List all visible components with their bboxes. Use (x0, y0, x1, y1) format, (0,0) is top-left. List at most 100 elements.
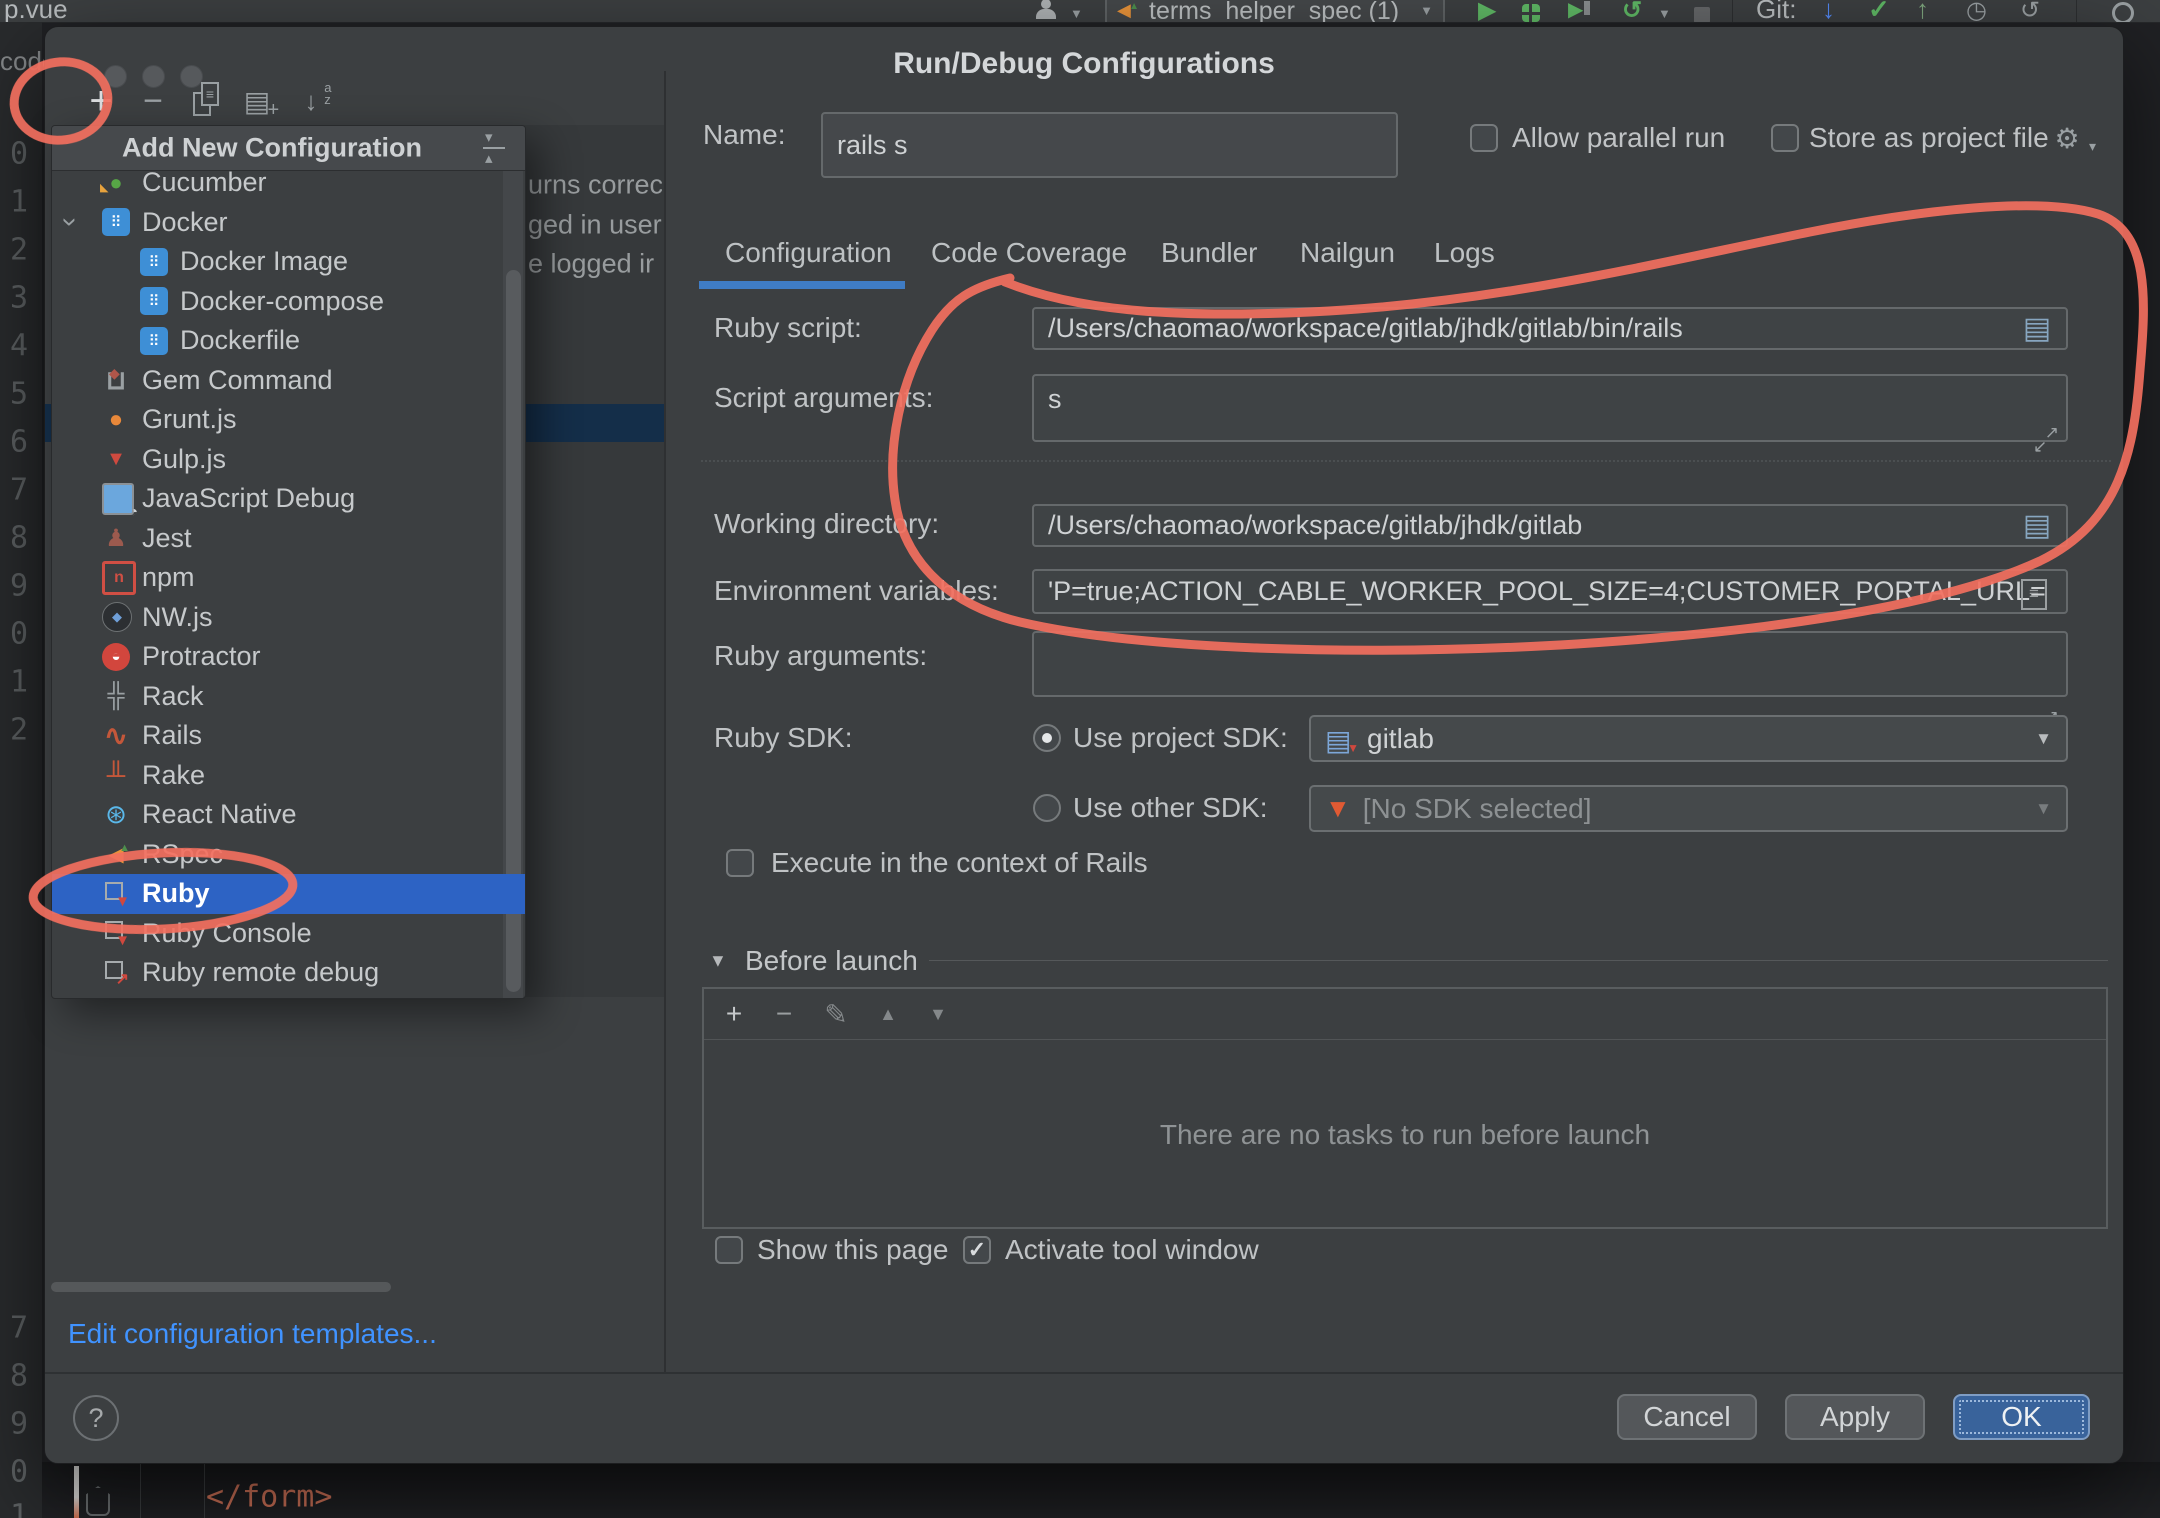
config-type-item-ruby[interactable]: Ruby (52, 874, 525, 914)
config-type-item-docker-image[interactable]: Docker Image (52, 242, 525, 282)
tab-configuration[interactable]: Configuration (725, 237, 892, 269)
config-type-item-nw-js[interactable]: NW.js (52, 597, 525, 637)
environment-variables-field[interactable]: 'P=true;ACTION_CABLE_WORKER_POOL_SIZE=4;… (1032, 569, 2068, 614)
folder-icon[interactable] (2020, 508, 2054, 542)
cancel-button[interactable]: Cancel (1617, 1394, 1757, 1440)
line-number: 7 (0, 473, 28, 508)
config-type-item-rack[interactable]: Rack (52, 676, 525, 716)
tab-bundler[interactable]: Bundler (1161, 237, 1258, 269)
tab-logs[interactable]: Logs (1434, 237, 1495, 269)
apply-button[interactable]: Apply (1785, 1394, 1925, 1440)
tree-item-partial[interactable]: e logged ir (528, 249, 662, 280)
activate-tool-window-checkbox[interactable] (963, 1236, 991, 1264)
remove-task-button[interactable]: − (762, 989, 806, 1039)
working-directory-value: /Users/chaomao/workspace/gitlab/jhdk/git… (1048, 510, 1582, 541)
config-type-item-docker-compose[interactable]: Docker-compose (52, 281, 525, 321)
undo-icon[interactable] (2020, 0, 2040, 23)
config-type-item-jest[interactable]: Jest (52, 518, 525, 558)
config-type-item-grunt-js[interactable]: Grunt.js (52, 400, 525, 440)
run-configuration-selector[interactable]: terms_helper_spec (1) (1105, 0, 1445, 23)
rerun-icon[interactable] (1622, 0, 1642, 23)
collapse-triangle-icon[interactable]: ▼ (709, 951, 727, 972)
code-line[interactable]: </form> (206, 1480, 332, 1515)
git-update-icon[interactable] (1822, 0, 1835, 23)
no-sdk-icon (1325, 793, 1351, 824)
add-task-button[interactable]: + (712, 989, 756, 1039)
allow-parallel-run-checkbox[interactable] (1470, 124, 1498, 152)
run-icon[interactable] (1478, 0, 1496, 23)
copy-configuration-button[interactable] (183, 79, 227, 123)
indent-guide (204, 1464, 205, 1518)
execute-in-rails-checkbox[interactable] (726, 849, 754, 877)
config-type-item-gulp-js[interactable]: Gulp.js (52, 439, 525, 479)
git-commit-icon[interactable] (1868, 0, 1890, 23)
config-type-item-dockerfile[interactable]: Dockerfile (52, 321, 525, 361)
config-type-item-ruby-console[interactable]: Ruby Console (52, 913, 525, 953)
ruby-icon (102, 880, 130, 908)
env-variables-list-icon[interactable] (2017, 577, 2051, 611)
use-other-sdk-radio[interactable] (1033, 794, 1061, 822)
project-sdk-combo[interactable]: gitlab ▼ (1309, 715, 2068, 762)
ruby-arguments-field[interactable] (1032, 631, 2068, 697)
new-folder-button[interactable] (235, 79, 279, 123)
store-as-project-file-checkbox[interactable] (1771, 124, 1799, 152)
debug-icon[interactable] (1522, 0, 1540, 23)
config-type-item-ruby-remote-debug[interactable]: Ruby remote debug (52, 953, 525, 993)
remove-configuration-button[interactable] (131, 79, 175, 123)
help-button[interactable]: ? (73, 1395, 119, 1441)
tab-code-coverage[interactable]: Code Coverage (931, 237, 1127, 269)
tree-item-partial[interactable]: urns correc (528, 170, 662, 201)
chevron-expanded-icon[interactable]: › (55, 217, 87, 226)
line-number: 2 (0, 713, 28, 748)
config-type-label: Ruby remote debug (142, 957, 379, 988)
collapse-all-icon[interactable] (481, 134, 507, 162)
editor-gutter: code 012345678901278901 (0, 22, 42, 1518)
script-arguments-field[interactable]: s (1032, 374, 2068, 442)
config-type-item-docker[interactable]: ›Docker (52, 202, 525, 242)
folder-icon[interactable] (2020, 311, 2054, 345)
stop-icon[interactable] (1694, 0, 1710, 23)
line-number: 4 (0, 329, 28, 364)
editor-background (42, 1462, 2160, 1518)
tree-item-partial[interactable]: ged in user (528, 209, 662, 240)
sort-alphabetically-button[interactable] (289, 79, 333, 123)
search-icon[interactable] (2112, 0, 2134, 23)
panel-divider[interactable] (664, 71, 666, 1373)
config-type-item-rspec[interactable]: RSpec (52, 834, 525, 874)
config-type-item-rails[interactable]: Rails (52, 716, 525, 756)
chevron-down-icon (1070, 0, 1083, 23)
coverage-icon[interactable] (1568, 0, 1590, 23)
add-configuration-button[interactable] (79, 79, 123, 123)
editor-tab-label[interactable]: p.vue (4, 0, 68, 23)
rubyremote-icon (102, 959, 130, 987)
ruby-script-field[interactable]: /Users/chaomao/workspace/gitlab/jhdk/git… (1032, 307, 2068, 350)
name-field[interactable]: rails s (821, 112, 1398, 178)
tab-nailgun[interactable]: Nailgun (1300, 237, 1395, 269)
show-this-page-checkbox[interactable] (715, 1236, 743, 1264)
use-project-sdk-radio[interactable] (1033, 724, 1061, 752)
other-sdk-combo[interactable]: [No SDK selected] ▼ (1309, 785, 2068, 832)
user-icon[interactable] (1035, 0, 1057, 23)
config-type-item-npm[interactable]: npm (52, 558, 525, 598)
ide-top-toolbar: p.vue terms_helper_spec (1) Git: (0, 0, 2160, 23)
horizontal-scrollbar[interactable] (51, 1282, 391, 1292)
move-down-button[interactable]: ▼ (916, 989, 960, 1039)
edit-task-button[interactable]: ✎ (814, 989, 858, 1039)
config-type-item-rake[interactable]: Rake (52, 755, 525, 795)
working-directory-field[interactable]: /Users/chaomao/workspace/gitlab/jhdk/git… (1032, 504, 2068, 547)
ok-button[interactable]: OK (1953, 1394, 2090, 1440)
history-icon[interactable] (1966, 0, 1987, 23)
config-type-item-gem-command[interactable]: Gem Command (52, 360, 525, 400)
git-push-icon[interactable] (1916, 0, 1929, 23)
allow-parallel-run-label: Allow parallel run (1512, 122, 1725, 154)
dialog-title: Run/Debug Configurations (45, 47, 2123, 81)
config-type-item-javascript-debug[interactable]: JavaScript Debug (52, 479, 525, 519)
gear-icon[interactable] (2050, 121, 2084, 155)
line-number: 9 (0, 569, 28, 604)
config-type-item-react-native[interactable]: React Native (52, 795, 525, 835)
expand-field-icon[interactable] (2033, 427, 2059, 453)
config-type-item-protractor[interactable]: Protractor (52, 637, 525, 677)
line-number: 5 (0, 377, 28, 412)
move-up-button[interactable]: ▲ (866, 989, 910, 1039)
edit-configuration-templates-link[interactable]: Edit configuration templates... (68, 1318, 437, 1350)
